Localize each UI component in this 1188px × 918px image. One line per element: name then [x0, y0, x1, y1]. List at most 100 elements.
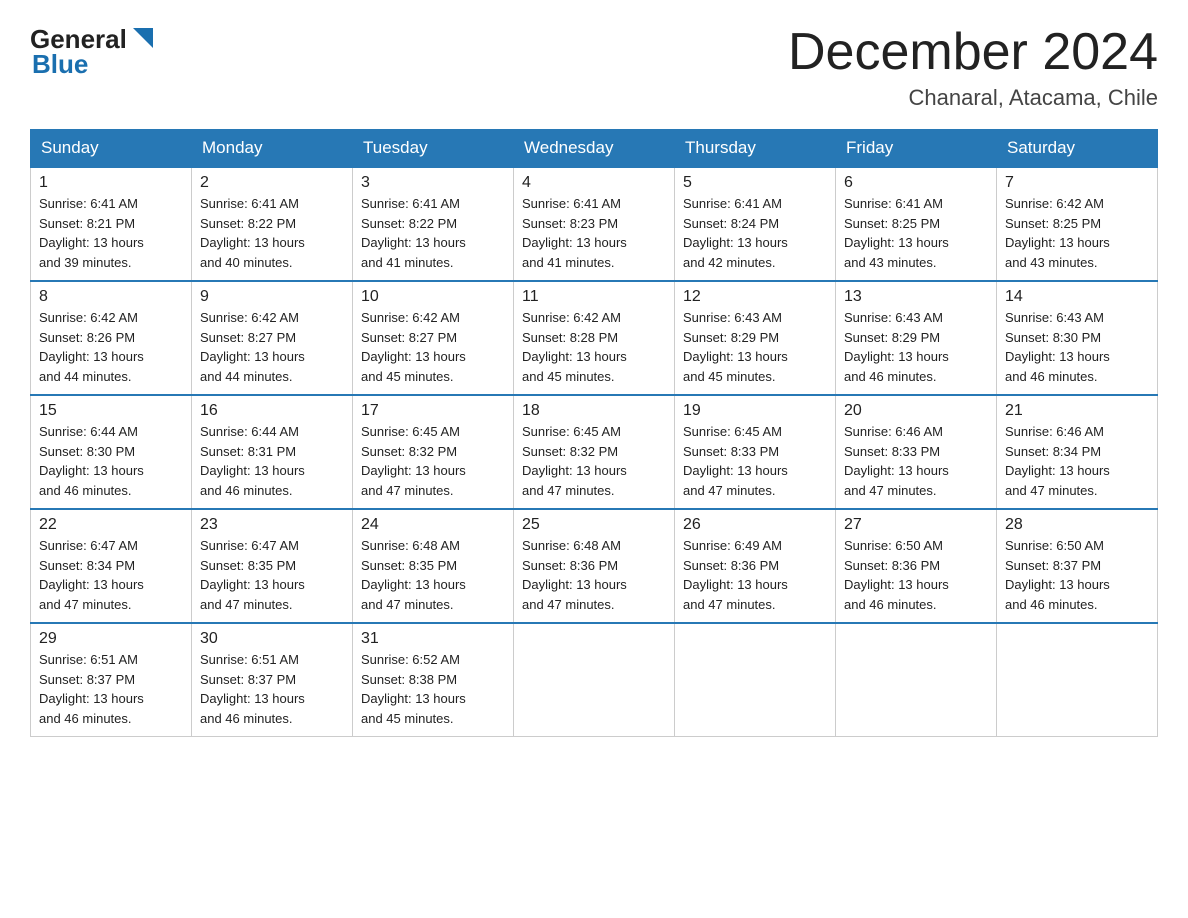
day-info: Sunrise: 6:46 AMSunset: 8:34 PMDaylight:… [1005, 422, 1149, 500]
day-info: Sunrise: 6:41 AMSunset: 8:22 PMDaylight:… [361, 194, 505, 272]
weekday-header-saturday: Saturday [997, 130, 1158, 168]
day-number: 3 [361, 174, 505, 192]
day-number: 30 [200, 630, 344, 648]
week-row-4: 22 Sunrise: 6:47 AMSunset: 8:34 PMDayligh… [31, 509, 1158, 623]
day-number: 19 [683, 402, 827, 420]
calendar-cell: 22 Sunrise: 6:47 AMSunset: 8:34 PMDayligh… [31, 509, 192, 623]
day-info: Sunrise: 6:45 AMSunset: 8:32 PMDaylight:… [361, 422, 505, 500]
day-info: Sunrise: 6:49 AMSunset: 8:36 PMDaylight:… [683, 536, 827, 614]
day-number: 21 [1005, 402, 1149, 420]
calendar-cell: 21 Sunrise: 6:46 AMSunset: 8:34 PMDayligh… [997, 395, 1158, 509]
calendar-cell: 24 Sunrise: 6:48 AMSunset: 8:35 PMDayligh… [353, 509, 514, 623]
week-row-5: 29Sunrise: 6:51 AMSunset: 8:37 PMDayligh… [31, 623, 1158, 737]
day-info: Sunrise: 6:51 AMSunset: 8:37 PMDaylight:… [39, 650, 183, 728]
calendar-cell: 15 Sunrise: 6:44 AMSunset: 8:30 PMDayligh… [31, 395, 192, 509]
day-number: 24 [361, 516, 505, 534]
calendar-cell [675, 623, 836, 737]
page: General Blue December 2024 Chanaral, Ata… [0, 0, 1188, 761]
calendar-cell: 6 Sunrise: 6:41 AMSunset: 8:25 PMDaylight… [836, 167, 997, 281]
calendar-cell: 2 Sunrise: 6:41 AMSunset: 8:22 PMDaylight… [192, 167, 353, 281]
calendar-cell: 16Sunrise: 6:44 AMSunset: 8:31 PMDayligh… [192, 395, 353, 509]
weekday-header-sunday: Sunday [31, 130, 192, 168]
day-info: Sunrise: 6:48 AMSunset: 8:35 PMDaylight:… [361, 536, 505, 614]
week-row-3: 15 Sunrise: 6:44 AMSunset: 8:30 PMDayligh… [31, 395, 1158, 509]
day-info: Sunrise: 6:45 AMSunset: 8:33 PMDaylight:… [683, 422, 827, 500]
calendar-cell: 9Sunrise: 6:42 AMSunset: 8:27 PMDaylight… [192, 281, 353, 395]
day-number: 4 [522, 174, 666, 192]
day-number: 9 [200, 288, 344, 306]
calendar-cell: 19 Sunrise: 6:45 AMSunset: 8:33 PMDayligh… [675, 395, 836, 509]
calendar-cell: 7 Sunrise: 6:42 AMSunset: 8:25 PMDaylight… [997, 167, 1158, 281]
day-number: 7 [1005, 174, 1149, 192]
calendar-cell: 10Sunrise: 6:42 AMSunset: 8:27 PMDayligh… [353, 281, 514, 395]
day-number: 22 [39, 516, 183, 534]
logo: General Blue [30, 24, 157, 80]
calendar-cell: 13 Sunrise: 6:43 AMSunset: 8:29 PMDayligh… [836, 281, 997, 395]
day-info: Sunrise: 6:52 AMSunset: 8:38 PMDaylight:… [361, 650, 505, 728]
calendar-cell [997, 623, 1158, 737]
day-info: Sunrise: 6:50 AMSunset: 8:36 PMDaylight:… [844, 536, 988, 614]
calendar-cell: 3 Sunrise: 6:41 AMSunset: 8:22 PMDaylight… [353, 167, 514, 281]
calendar-cell: 8Sunrise: 6:42 AMSunset: 8:26 PMDaylight… [31, 281, 192, 395]
month-title: December 2024 [788, 24, 1158, 81]
calendar-cell: 18 Sunrise: 6:45 AMSunset: 8:32 PMDayligh… [514, 395, 675, 509]
weekday-header-row: SundayMondayTuesdayWednesdayThursdayFrid… [31, 130, 1158, 168]
week-row-2: 8Sunrise: 6:42 AMSunset: 8:26 PMDaylight… [31, 281, 1158, 395]
day-info: Sunrise: 6:51 AMSunset: 8:37 PMDaylight:… [200, 650, 344, 728]
day-info: Sunrise: 6:44 AMSunset: 8:30 PMDaylight:… [39, 422, 183, 500]
day-info: Sunrise: 6:46 AMSunset: 8:33 PMDaylight:… [844, 422, 988, 500]
day-number: 15 [39, 402, 183, 420]
weekday-header-friday: Friday [836, 130, 997, 168]
day-info: Sunrise: 6:42 AMSunset: 8:28 PMDaylight:… [522, 308, 666, 386]
day-number: 2 [200, 174, 344, 192]
day-number: 11 [522, 288, 666, 306]
day-info: Sunrise: 6:47 AMSunset: 8:34 PMDaylight:… [39, 536, 183, 614]
calendar-cell: 4 Sunrise: 6:41 AMSunset: 8:23 PMDaylight… [514, 167, 675, 281]
day-number: 5 [683, 174, 827, 192]
day-number: 14 [1005, 288, 1149, 306]
calendar-cell: 14 Sunrise: 6:43 AMSunset: 8:30 PMDayligh… [997, 281, 1158, 395]
calendar-cell: 1 Sunrise: 6:41 AMSunset: 8:21 PMDaylight… [31, 167, 192, 281]
calendar-cell: 11 Sunrise: 6:42 AMSunset: 8:28 PMDayligh… [514, 281, 675, 395]
weekday-header-wednesday: Wednesday [514, 130, 675, 168]
calendar-cell: 28 Sunrise: 6:50 AMSunset: 8:37 PMDayligh… [997, 509, 1158, 623]
calendar-cell: 25Sunrise: 6:48 AMSunset: 8:36 PMDayligh… [514, 509, 675, 623]
calendar-cell: 26Sunrise: 6:49 AMSunset: 8:36 PMDayligh… [675, 509, 836, 623]
calendar-cell: 29Sunrise: 6:51 AMSunset: 8:37 PMDayligh… [31, 623, 192, 737]
day-number: 27 [844, 516, 988, 534]
day-info: Sunrise: 6:41 AMSunset: 8:21 PMDaylight:… [39, 194, 183, 272]
logo-blue-text: Blue [30, 49, 88, 80]
header-row: General Blue December 2024 Chanaral, Ata… [30, 24, 1158, 111]
day-number: 1 [39, 174, 183, 192]
day-number: 18 [522, 402, 666, 420]
calendar-cell: 30 Sunrise: 6:51 AMSunset: 8:37 PMDayligh… [192, 623, 353, 737]
day-info: Sunrise: 6:41 AMSunset: 8:25 PMDaylight:… [844, 194, 988, 272]
calendar-cell: 31Sunrise: 6:52 AMSunset: 8:38 PMDayligh… [353, 623, 514, 737]
day-info: Sunrise: 6:43 AMSunset: 8:29 PMDaylight:… [683, 308, 827, 386]
day-info: Sunrise: 6:47 AMSunset: 8:35 PMDaylight:… [200, 536, 344, 614]
calendar-cell: 23Sunrise: 6:47 AMSunset: 8:35 PMDayligh… [192, 509, 353, 623]
calendar-cell: 5 Sunrise: 6:41 AMSunset: 8:24 PMDaylight… [675, 167, 836, 281]
day-number: 8 [39, 288, 183, 306]
day-info: Sunrise: 6:43 AMSunset: 8:29 PMDaylight:… [844, 308, 988, 386]
day-info: Sunrise: 6:42 AMSunset: 8:25 PMDaylight:… [1005, 194, 1149, 272]
day-number: 13 [844, 288, 988, 306]
day-info: Sunrise: 6:44 AMSunset: 8:31 PMDaylight:… [200, 422, 344, 500]
day-info: Sunrise: 6:45 AMSunset: 8:32 PMDaylight:… [522, 422, 666, 500]
calendar-table: SundayMondayTuesdayWednesdayThursdayFrid… [30, 129, 1158, 737]
day-info: Sunrise: 6:43 AMSunset: 8:30 PMDaylight:… [1005, 308, 1149, 386]
day-number: 17 [361, 402, 505, 420]
calendar-cell: 20Sunrise: 6:46 AMSunset: 8:33 PMDayligh… [836, 395, 997, 509]
day-info: Sunrise: 6:41 AMSunset: 8:22 PMDaylight:… [200, 194, 344, 272]
day-info: Sunrise: 6:50 AMSunset: 8:37 PMDaylight:… [1005, 536, 1149, 614]
day-info: Sunrise: 6:41 AMSunset: 8:23 PMDaylight:… [522, 194, 666, 272]
calendar-cell: 17 Sunrise: 6:45 AMSunset: 8:32 PMDayligh… [353, 395, 514, 509]
day-info: Sunrise: 6:48 AMSunset: 8:36 PMDaylight:… [522, 536, 666, 614]
day-number: 6 [844, 174, 988, 192]
calendar-cell: 27 Sunrise: 6:50 AMSunset: 8:36 PMDayligh… [836, 509, 997, 623]
logo-triangle-icon [129, 24, 157, 52]
day-number: 28 [1005, 516, 1149, 534]
weekday-header-tuesday: Tuesday [353, 130, 514, 168]
weekday-header-monday: Monday [192, 130, 353, 168]
day-info: Sunrise: 6:41 AMSunset: 8:24 PMDaylight:… [683, 194, 827, 272]
